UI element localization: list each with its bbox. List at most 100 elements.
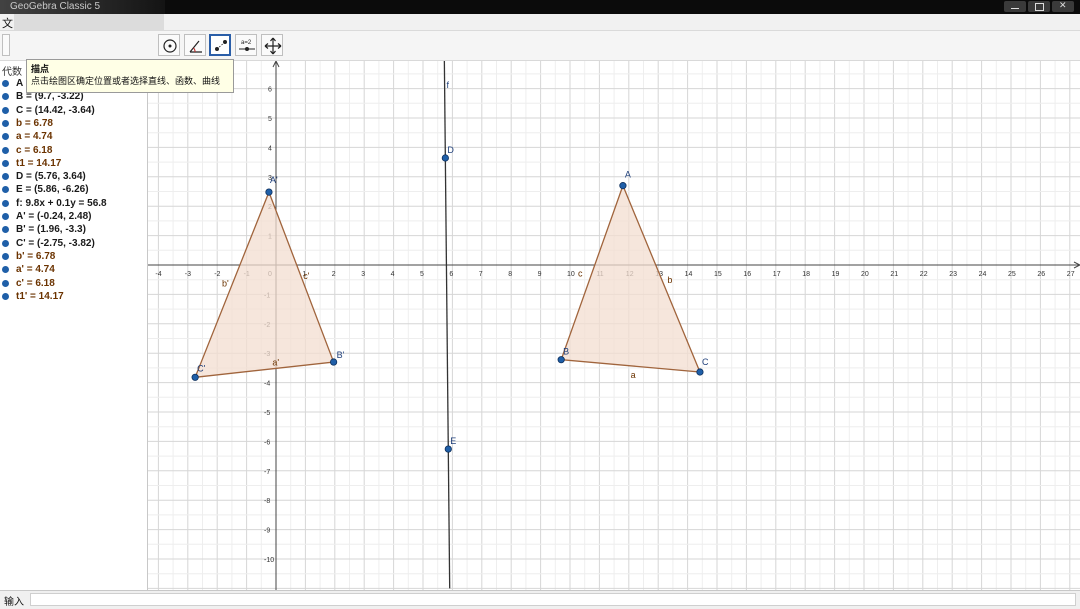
segment-label: b	[667, 275, 672, 285]
visibility-toggle-icon[interactable]	[2, 226, 9, 234]
algebra-row[interactable]: D = (5.76, 3.64)	[2, 171, 86, 184]
algebra-row[interactable]: B' = (1.96, -3.3)	[2, 224, 86, 237]
algebra-row[interactable]: B = (9.7, -3.22)	[2, 91, 84, 104]
algebra-row-text: c = 6.18	[16, 144, 53, 156]
triangle-abc-prime[interactable]	[194, 190, 335, 379]
graphics-view[interactable]: -4-3-2-101234567891011121314151617181920…	[148, 61, 1080, 590]
visibility-toggle-icon[interactable]	[2, 146, 9, 154]
point-d[interactable]	[441, 154, 449, 162]
axis-tick-label: 8	[508, 271, 512, 278]
visibility-toggle-icon[interactable]	[2, 266, 9, 274]
point-label: D	[447, 145, 454, 155]
algebra-row-text: A' = (-0.24, 2.48)	[16, 211, 92, 222]
algebra-row[interactable]: a = 4.74	[2, 131, 52, 144]
point-label: A	[625, 170, 631, 180]
visibility-toggle-icon[interactable]	[2, 93, 9, 101]
point-label: B	[563, 347, 569, 357]
maximize-button[interactable]	[1028, 1, 1050, 12]
visibility-toggle-icon[interactable]	[2, 186, 9, 194]
move-graphics-tool-button[interactable]	[261, 34, 283, 56]
axis-tick-label: 25	[1008, 271, 1016, 278]
algebra-view: 代数 A = B = (9.7, -3.22) C = (14.42, -3.64…	[0, 61, 148, 590]
angle-tool-button[interactable]	[184, 34, 206, 56]
move-tool-button[interactable]	[2, 34, 10, 56]
slider-tool-button[interactable]: a=2	[235, 34, 257, 56]
algebra-row-text: D = (5.76, 3.64)	[16, 171, 86, 183]
algebra-row[interactable]: c = 6.18	[2, 145, 52, 158]
point-c-prime[interactable]	[191, 373, 199, 381]
algebra-row-text: a' = 4.74	[16, 264, 55, 276]
algebra-row[interactable]: C' = (-2.75, -3.82)	[2, 238, 95, 251]
algebra-row[interactable]: t1' = 14.17	[2, 291, 64, 304]
axis-tick-label: 17	[773, 271, 781, 278]
algebra-row[interactable]: f: 9.8x + 0.1y = 56.8	[2, 198, 107, 211]
window-title: GeoGebra Classic 5	[10, 1, 101, 12]
axis-tick-label: 16	[743, 271, 751, 278]
axis-tick-label: 24	[979, 271, 987, 278]
algebra-row[interactable]: a' = 4.74	[2, 264, 55, 277]
axis-tick-label: 23	[949, 271, 957, 278]
visibility-toggle-icon[interactable]	[2, 159, 9, 167]
algebra-row[interactable]: b = 6.78	[2, 118, 53, 131]
axis-tick-label: -3	[185, 271, 191, 278]
axis-tick-label: -8	[264, 498, 270, 505]
move-arrows-icon	[264, 37, 282, 55]
input-bar: 输入	[0, 590, 1080, 609]
axis-tick-label: 26	[1037, 271, 1045, 278]
circle-tool-button[interactable]	[158, 34, 180, 56]
axis-tick-label: -4	[264, 381, 270, 388]
algebra-row[interactable]: E = (5.86, -6.26)	[2, 184, 89, 197]
visibility-toggle-icon[interactable]	[2, 199, 9, 207]
point-label: B'	[337, 350, 345, 360]
algebra-row-text: t1 = 14.17	[16, 157, 62, 169]
point-e[interactable]	[444, 445, 452, 453]
visibility-toggle-icon[interactable]	[2, 213, 9, 220]
algebra-row-text: B' = (1.96, -3.3)	[16, 224, 86, 236]
menu-file[interactable]: 文	[2, 15, 13, 31]
triangle-abc[interactable]	[560, 183, 701, 373]
point-b[interactable]	[557, 356, 565, 364]
axis-tick-label: 19	[832, 271, 840, 278]
line-f[interactable]	[443, 61, 451, 589]
visibility-toggle-icon[interactable]	[2, 279, 9, 287]
toolbar: a=2	[0, 31, 1080, 61]
algebra-row-text: C' = (-2.75, -3.82)	[16, 237, 95, 249]
visibility-toggle-icon[interactable]	[2, 239, 9, 247]
point-label: A'	[270, 175, 278, 185]
minimize-button[interactable]	[1004, 1, 1026, 12]
svg-text:a=2: a=2	[241, 40, 252, 46]
visibility-toggle-icon[interactable]	[2, 173, 9, 181]
tooltip-description: 点击绘图区确定位置或者选择直线、函数、曲线	[31, 76, 221, 86]
segment-label: a	[631, 370, 636, 380]
visibility-toggle-icon[interactable]	[2, 106, 9, 114]
axis-tick-label: -10	[264, 557, 274, 564]
algebra-row[interactable]: c' = 6.18	[2, 278, 55, 291]
close-button[interactable]	[1052, 0, 1074, 12]
visibility-toggle-icon[interactable]	[2, 292, 9, 300]
algebra-row[interactable]: C = (14.42, -3.64)	[2, 105, 95, 118]
point-c[interactable]	[696, 368, 704, 376]
algebra-row[interactable]: t1 = 14.17	[2, 158, 61, 171]
visibility-toggle-icon[interactable]	[2, 133, 9, 141]
point-tool-button[interactable]	[209, 34, 231, 56]
algebra-row[interactable]: A' = (-0.24, 2.48)	[2, 211, 91, 224]
algebra-row-text: E = (5.86, -6.26)	[16, 184, 89, 196]
visibility-toggle-icon[interactable]	[2, 119, 9, 127]
point-label: C	[702, 357, 709, 367]
axis-tick-label: 6	[449, 271, 453, 278]
visibility-toggle-icon[interactable]	[2, 80, 9, 87]
point-a-prime[interactable]	[265, 188, 273, 196]
axis-tick-label: -2	[214, 271, 220, 278]
algebra-row-text: b' = 6.78	[16, 250, 56, 262]
axis-tick-label: 5	[420, 271, 424, 278]
algebra-row[interactable]: b' = 6.78	[2, 251, 55, 264]
axis-tick-label: -6	[264, 439, 270, 446]
algebra-row-text: C = (14.42, -3.64)	[16, 104, 95, 116]
input-field[interactable]	[30, 593, 1076, 606]
axis-tick-label: 18	[802, 271, 810, 278]
axis-tick-label: 14	[685, 271, 693, 278]
graphics-canvas[interactable]: -4-3-2-101234567891011121314151617181920…	[148, 61, 1080, 590]
axis-tick-label: 22	[920, 271, 928, 278]
visibility-toggle-icon[interactable]	[2, 252, 9, 260]
point-a[interactable]	[619, 182, 627, 190]
